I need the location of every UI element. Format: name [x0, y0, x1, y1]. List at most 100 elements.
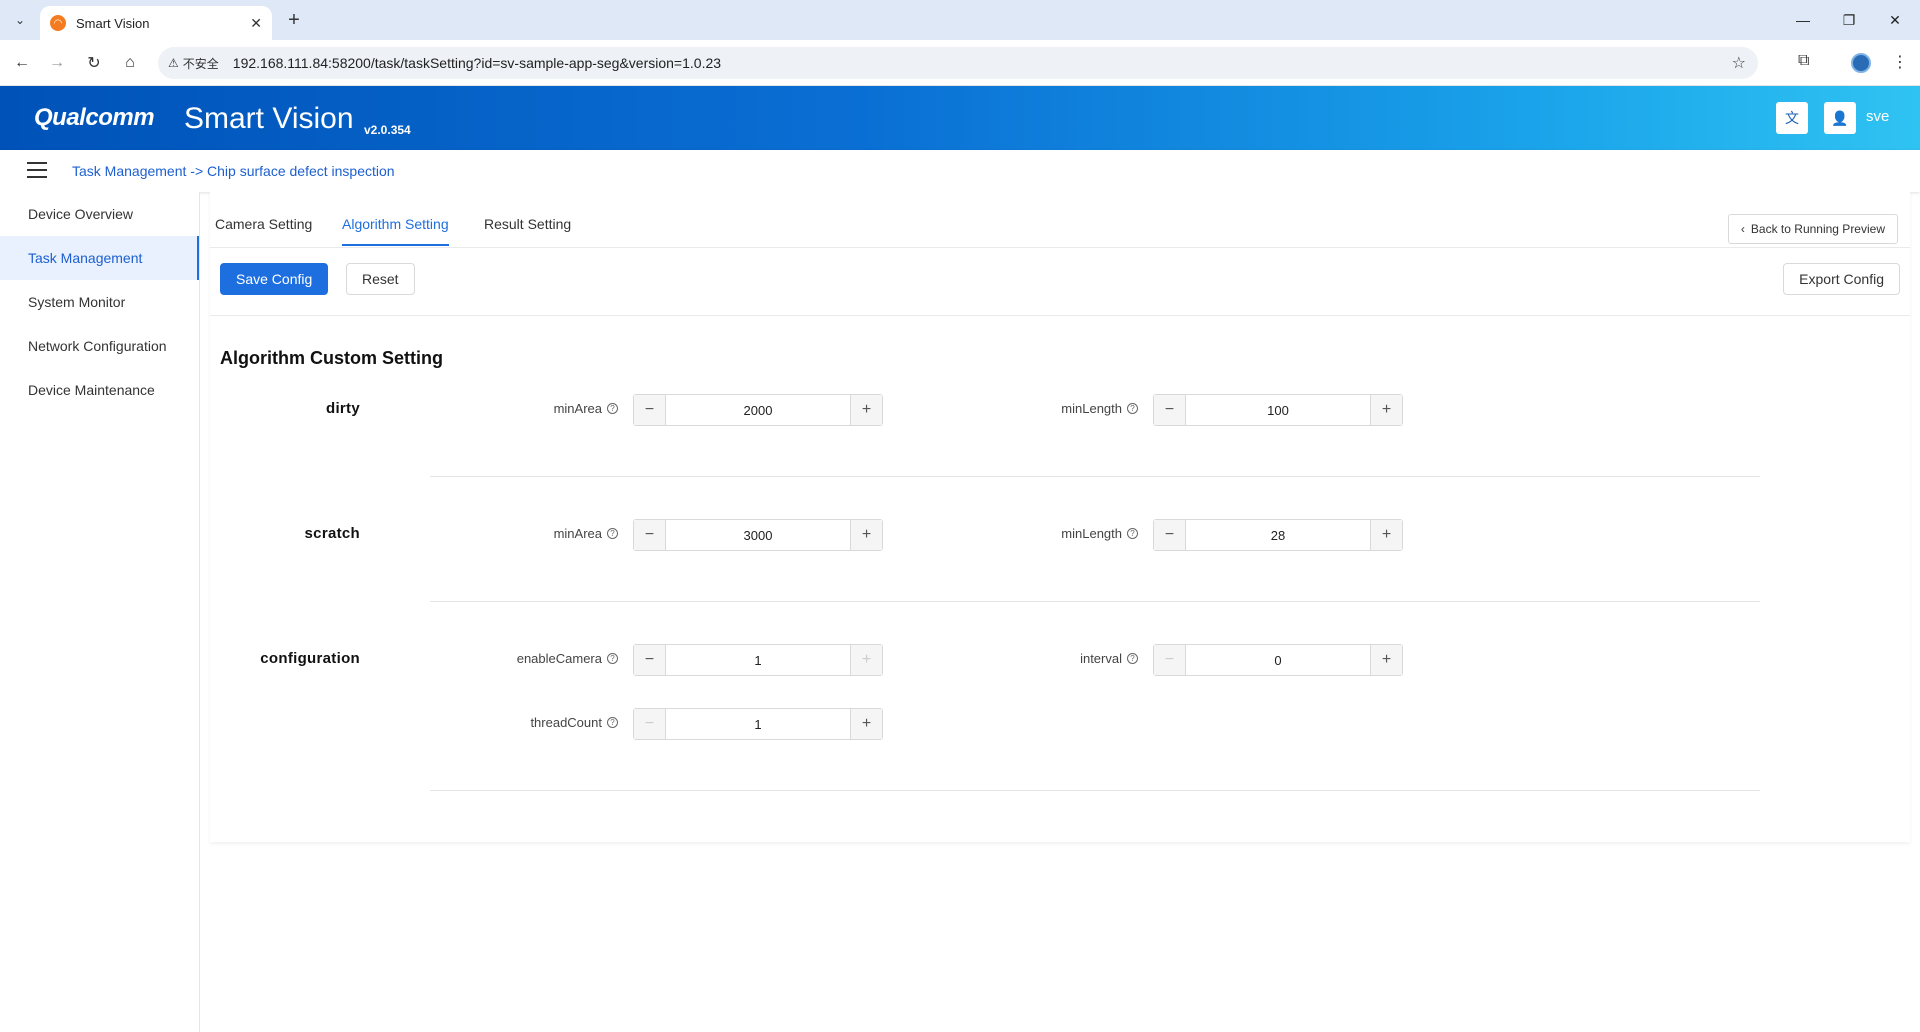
browser-tab[interactable]: ◠ Smart Vision ✕	[40, 6, 272, 40]
back-arrow-icon[interactable]: ←	[8, 49, 36, 77]
increment-button[interactable]: +	[1370, 395, 1402, 425]
interval-stepper[interactable]: − 0 +	[1153, 644, 1403, 676]
field-label-enablecamera: enableCamera ?	[418, 651, 618, 666]
main-panel: Camera Setting Algorithm Setting Result …	[210, 192, 1910, 842]
group-divider	[430, 790, 1760, 791]
browser-menu-icon[interactable]: ⋮	[1892, 52, 1908, 72]
increment-button[interactable]: +	[850, 709, 882, 739]
tab-algorithm-setting[interactable]: Algorithm Setting	[342, 216, 449, 246]
breadcrumb-bar: Task Management -> Chip surface defect i…	[0, 150, 1920, 192]
app-version: v2.0.354	[364, 123, 411, 137]
field-label-interval: interval ?	[938, 651, 1138, 666]
window-close-icon[interactable]: ✕	[1872, 6, 1918, 34]
help-question-icon[interactable]: ?	[607, 717, 618, 728]
field-label-text: minLength	[1061, 526, 1122, 541]
security-label: 不安全	[182, 56, 219, 71]
field-label-text: enableCamera	[516, 651, 602, 666]
field-label-dirty-minlength: minLength ?	[938, 401, 1138, 416]
field-label-dirty-minarea: minArea ?	[418, 401, 618, 416]
profile-avatar[interactable]	[1851, 53, 1871, 73]
forward-arrow-icon[interactable]: →	[43, 49, 71, 77]
reload-icon[interactable]: ↻	[80, 49, 108, 77]
sidebar-item-system-monitor[interactable]: System Monitor	[0, 280, 199, 324]
field-label-text: threadCount	[530, 715, 602, 730]
enablecamera-input[interactable]: 1	[666, 645, 850, 675]
decrement-button[interactable]: −	[634, 520, 666, 550]
field-label-text: minArea	[553, 526, 602, 541]
help-question-icon[interactable]: ?	[1127, 528, 1138, 539]
extensions-puzzle-icon[interactable]: ⧉	[1798, 52, 1809, 70]
decrement-button[interactable]: −	[1154, 520, 1186, 550]
save-config-button[interactable]: Save Config	[220, 263, 329, 295]
increment-button[interactable]: +	[850, 520, 882, 550]
help-question-icon[interactable]: ?	[607, 653, 618, 664]
qualcomm-logo: Qualcomm	[34, 104, 155, 131]
sidebar-item-device-overview[interactable]: Device Overview	[0, 192, 199, 236]
scratch-minlength-input[interactable]: 28	[1186, 520, 1370, 550]
action-bar: Save Config Reset Export Config	[210, 248, 1910, 316]
dirty-minlength-stepper[interactable]: − 100 +	[1153, 394, 1403, 426]
tab-close-icon[interactable]: ✕	[250, 15, 262, 32]
help-question-icon[interactable]: ?	[607, 403, 618, 414]
section-title: Algorithm Custom Setting	[220, 348, 443, 368]
field-label-threadcount: threadCount ?	[418, 715, 618, 730]
field-label-scratch-minlength: minLength ?	[938, 526, 1138, 541]
dirty-minarea-stepper[interactable]: − 2000 +	[633, 394, 883, 426]
scratch-minarea-input[interactable]: 3000	[666, 520, 850, 550]
tab-result-setting[interactable]: Result Setting	[484, 216, 571, 244]
increment-button[interactable]: +	[850, 395, 882, 425]
group-label-dirty: dirty	[325, 400, 360, 417]
restore-icon[interactable]: ❐	[1826, 6, 1872, 34]
sidebar-item-device-maintenance[interactable]: Device Maintenance	[0, 368, 199, 412]
language-translate-icon[interactable]: 文	[1776, 102, 1808, 134]
menu-toggle-icon[interactable]	[27, 162, 47, 178]
minimize-icon[interactable]: —	[1780, 6, 1826, 34]
bookmark-star-icon[interactable]: ☆	[1732, 53, 1746, 73]
tab-camera-setting[interactable]: Camera Setting	[215, 216, 312, 244]
field-label-text: minArea	[553, 401, 602, 416]
back-button-label: Back to Running Preview	[1750, 222, 1885, 236]
address-bar[interactable]: ⚠ 不安全 192.168.111.84:58200/task/taskSett…	[158, 47, 1758, 79]
browser-tab-strip: ⌄ ◠ Smart Vision ✕ + — ❐ ✕	[0, 0, 1920, 40]
reset-button[interactable]: Reset	[346, 263, 415, 295]
increment-button[interactable]: +	[1370, 645, 1402, 675]
export-config-button[interactable]: Export Config	[1783, 263, 1900, 295]
decrement-button[interactable]: −	[634, 395, 666, 425]
dirty-minarea-input[interactable]: 2000	[666, 395, 850, 425]
url-text[interactable]: 192.168.111.84:58200/task/taskSetting?id…	[233, 55, 721, 71]
user-icon[interactable]: 👤	[1824, 102, 1856, 134]
field-label-scratch-minarea: minArea ?	[418, 526, 618, 541]
decrement-button[interactable]: −	[1154, 645, 1186, 675]
browser-tab-title: Smart Vision	[76, 15, 150, 31]
decrement-button[interactable]: −	[634, 645, 666, 675]
increment-button[interactable]: +	[1370, 520, 1402, 550]
threadcount-stepper[interactable]: − 1 +	[633, 708, 883, 740]
home-icon[interactable]: ⌂	[116, 49, 144, 77]
chevron-left-icon: ‹	[1740, 222, 1745, 236]
warning-triangle-icon: ⚠	[168, 56, 179, 70]
security-warning[interactable]: ⚠ 不安全	[168, 55, 219, 72]
help-question-icon[interactable]: ?	[1127, 403, 1138, 414]
threadcount-input[interactable]: 1	[666, 709, 850, 739]
favicon-icon: ◠	[50, 15, 66, 31]
back-to-running-preview-button[interactable]: ‹ Back to Running Preview	[1727, 214, 1898, 244]
tab-search-chevron-icon[interactable]: ⌄	[8, 8, 32, 32]
username[interactable]: sve	[1866, 108, 1889, 125]
settings-tabs: Camera Setting Algorithm Setting Result …	[210, 192, 1910, 248]
enablecamera-stepper[interactable]: − 1 +	[633, 644, 883, 676]
scratch-minarea-stepper[interactable]: − 3000 +	[633, 519, 883, 551]
dirty-minlength-input[interactable]: 100	[1186, 395, 1370, 425]
decrement-button[interactable]: −	[1154, 395, 1186, 425]
sidebar-item-network-configuration[interactable]: Network Configuration	[0, 324, 199, 368]
scratch-minlength-stepper[interactable]: − 28 +	[1153, 519, 1403, 551]
new-tab-button[interactable]: +	[282, 8, 306, 32]
decrement-button[interactable]: −	[634, 709, 666, 739]
increment-button[interactable]: +	[850, 645, 882, 675]
field-label-text: minLength	[1061, 401, 1122, 416]
breadcrumb[interactable]: Task Management -> Chip surface defect i…	[72, 163, 395, 179]
interval-input[interactable]: 0	[1186, 645, 1370, 675]
sidebar-item-task-management[interactable]: Task Management	[0, 236, 199, 280]
browser-toolbar: ← → ↻ ⌂ ⚠ 不安全 192.168.111.84:58200/task/…	[0, 40, 1920, 86]
help-question-icon[interactable]: ?	[607, 528, 618, 539]
help-question-icon[interactable]: ?	[1127, 653, 1138, 664]
